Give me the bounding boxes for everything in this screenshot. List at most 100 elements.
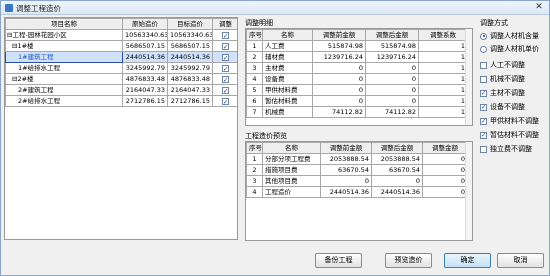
detail-col-after[interactable]: 调整后金额 bbox=[365, 29, 419, 41]
detail-row-after: 0 bbox=[365, 84, 419, 96]
tree-row-original-cost: 2164047.33 bbox=[122, 84, 168, 96]
checkbox-icon[interactable] bbox=[480, 117, 487, 125]
preview-row-diff: 0 bbox=[422, 186, 468, 198]
adjust-checkbox[interactable] bbox=[222, 64, 229, 73]
close-icon[interactable]: ✕ bbox=[533, 2, 545, 13]
adjust-checkbox[interactable] bbox=[222, 75, 229, 84]
detail-col-name[interactable]: 名称 bbox=[262, 29, 313, 41]
checkbox-icon[interactable] bbox=[480, 61, 487, 69]
tree-row[interactable]: ⊟1#楼 5686507.15 5686507.15 bbox=[5, 40, 237, 52]
exclude-option-checkbox[interactable]: 人工不调整 bbox=[480, 60, 525, 70]
preview-col-diff[interactable]: 调整金额 bbox=[422, 142, 468, 154]
col-adjust[interactable]: 调整 bbox=[212, 18, 237, 30]
preview-row[interactable]: 2 措施项目费 63670.54 63670.54 0 bbox=[246, 164, 468, 176]
detail-row-name: 辅材费 bbox=[262, 51, 313, 63]
tree-row-target-cost[interactable]: 3245992.79 bbox=[167, 62, 213, 74]
exclude-option-checkbox[interactable]: 设备不调整 bbox=[480, 102, 525, 112]
preview-col-before[interactable]: 调整前金额 bbox=[320, 142, 372, 154]
project-tree-panel: 项目名称 原始造价 目标造价 调整 ⊟工程-园林花园小区 10563340.63 1… bbox=[4, 17, 238, 240]
preview-scrollbar[interactable] bbox=[465, 142, 472, 240]
detail-row-after: 0 bbox=[365, 95, 419, 107]
tree-row-original-cost: 4876833.48 bbox=[122, 73, 168, 85]
checkbox-icon[interactable] bbox=[480, 103, 487, 111]
adjust-checkbox[interactable] bbox=[222, 42, 229, 51]
adjust-checkbox[interactable] bbox=[222, 86, 229, 95]
detail-row-coef[interactable]: 1 bbox=[418, 73, 468, 85]
tree-row-original-cost: 2440514.36 bbox=[122, 51, 168, 63]
preview-col-after[interactable]: 调整后金额 bbox=[371, 142, 423, 154]
detail-row[interactable]: 2 辅材费 1239716.24 1239716.24 1 bbox=[246, 51, 468, 63]
preview-row[interactable]: 4 工程造价 2440514.36 2440514.36 0 bbox=[246, 186, 468, 198]
detail-row-coef[interactable]: 1 bbox=[418, 106, 468, 118]
tree-row[interactable]: 2#建筑工程 2164047.33 2164047.33 bbox=[5, 84, 237, 96]
checkbox-label: 机械不调整 bbox=[490, 75, 525, 83]
tree-row[interactable]: ⊟工程-园林花园小区 10563340.63 10563340.63 bbox=[5, 29, 237, 41]
detail-row-no: 3 bbox=[246, 62, 263, 74]
exclude-option-checkbox[interactable]: 暂估材料不调整 bbox=[480, 130, 539, 140]
tree-row-adjust-cell bbox=[212, 51, 237, 63]
exclude-option-checkbox[interactable]: 主材不调整 bbox=[480, 88, 525, 98]
detail-row-name: 甲供材料费 bbox=[262, 84, 313, 96]
cancel-button[interactable]: 取消 bbox=[497, 253, 544, 268]
options-section-label: 调整方式 bbox=[480, 19, 508, 27]
exclude-option-checkbox[interactable]: 独立费不调整 bbox=[480, 144, 532, 154]
backup-project-button[interactable]: 备份工程 bbox=[315, 253, 362, 268]
checkbox-icon[interactable] bbox=[480, 131, 487, 139]
tree-row-target-cost[interactable]: 4876833.48 bbox=[167, 73, 213, 85]
tree-row[interactable]: ⊟2#楼 4876833.48 4876833.48 bbox=[5, 73, 237, 85]
adjust-checkbox[interactable] bbox=[222, 53, 229, 62]
detail-col-coef[interactable]: 调整系数 bbox=[418, 29, 468, 41]
tree-row-target-cost[interactable]: 5686507.15 bbox=[167, 40, 213, 52]
checkbox-icon[interactable] bbox=[480, 89, 487, 97]
radio-icon[interactable] bbox=[480, 32, 487, 40]
tree-row[interactable]: 2#给排水工程 2712786.15 2712786.15 bbox=[5, 95, 237, 107]
exclude-option-checkbox[interactable]: 机械不调整 bbox=[480, 74, 525, 84]
ok-button[interactable]: 确定 bbox=[444, 253, 491, 268]
detail-row-coef[interactable]: 1 bbox=[418, 95, 468, 107]
checkbox-icon[interactable] bbox=[480, 145, 487, 153]
tree-row-adjust-cell bbox=[212, 40, 237, 52]
tree-row-target-cost[interactable]: 2164047.33 bbox=[167, 84, 213, 96]
detail-row-coef[interactable]: 1 bbox=[418, 51, 468, 63]
tree-row-target-cost[interactable]: 2712786.15 bbox=[167, 95, 213, 107]
detail-col-before[interactable]: 调整前金额 bbox=[312, 29, 366, 41]
detail-row[interactable]: 4 设备费 0 0 1 bbox=[246, 73, 468, 85]
preview-col-name[interactable]: 名称 bbox=[262, 142, 321, 154]
exclude-option-checkbox[interactable]: 甲供材料不调整 bbox=[480, 116, 539, 126]
tree-row-original-cost: 2712786.15 bbox=[122, 95, 168, 107]
detail-row-no: 2 bbox=[246, 51, 263, 63]
col-target-cost[interactable]: 目标造价 bbox=[167, 18, 213, 30]
radio-icon[interactable] bbox=[480, 45, 487, 53]
detail-row[interactable]: 5 甲供材料费 0 0 1 bbox=[246, 84, 468, 96]
preview-row[interactable]: 1 分部分项工程费 2053888.54 2053888.54 0 bbox=[246, 153, 468, 165]
detail-scrollbar[interactable] bbox=[465, 29, 472, 125]
tree-row-target-cost[interactable]: 2440514.36 bbox=[167, 51, 213, 63]
detail-row[interactable]: 7 机械费 74112.82 74112.82 1 bbox=[246, 106, 468, 118]
tree-row-target-cost[interactable]: 10563340.63 bbox=[167, 29, 213, 41]
adjust-mode-radio[interactable]: 调整人材机含量 bbox=[480, 31, 539, 41]
detail-row-after: 515874.98 bbox=[365, 40, 419, 52]
checkbox-icon[interactable] bbox=[480, 75, 487, 83]
col-project-name[interactable]: 项目名称 bbox=[5, 18, 123, 30]
tree-row[interactable]: 1#建筑工程 2440514.36 2440514.36 bbox=[5, 51, 237, 63]
preview-row-no: 1 bbox=[246, 153, 263, 165]
detail-row[interactable]: 3 主材费 0 0 1 bbox=[246, 62, 468, 74]
detail-row-before: 0 bbox=[312, 73, 366, 85]
detail-row-coef[interactable]: 1 bbox=[418, 40, 468, 52]
preview-col-no[interactable]: 序号 bbox=[246, 142, 263, 154]
preview-cost-button[interactable]: 预览造价 bbox=[385, 253, 432, 268]
preview-table: 序号 名称 调整前金额 调整后金额 调整金额 1 分部分项工程费 2053888.5… bbox=[246, 142, 468, 198]
detail-row[interactable]: 6 暂估材料费 0 0 1 bbox=[246, 95, 468, 107]
adjust-mode-radio[interactable]: 调整人材机单价 bbox=[480, 44, 539, 54]
col-original-cost[interactable]: 原始造价 bbox=[122, 18, 168, 30]
adjust-checkbox[interactable] bbox=[222, 31, 229, 40]
adjust-checkbox[interactable] bbox=[222, 97, 229, 106]
detail-col-no[interactable]: 序号 bbox=[246, 29, 263, 41]
detail-row-no: 6 bbox=[246, 95, 263, 107]
detail-row[interactable]: 1 人工费 515874.98 515874.98 1 bbox=[246, 40, 468, 52]
detail-row-after: 74112.82 bbox=[365, 106, 419, 118]
detail-row-coef[interactable]: 1 bbox=[418, 62, 468, 74]
preview-row[interactable]: 3 其他项目费 0 0 0 bbox=[246, 175, 468, 187]
tree-row[interactable]: 1#给排水工程 3245992.79 3245992.79 bbox=[5, 62, 237, 74]
detail-row-coef[interactable]: 1 bbox=[418, 84, 468, 96]
